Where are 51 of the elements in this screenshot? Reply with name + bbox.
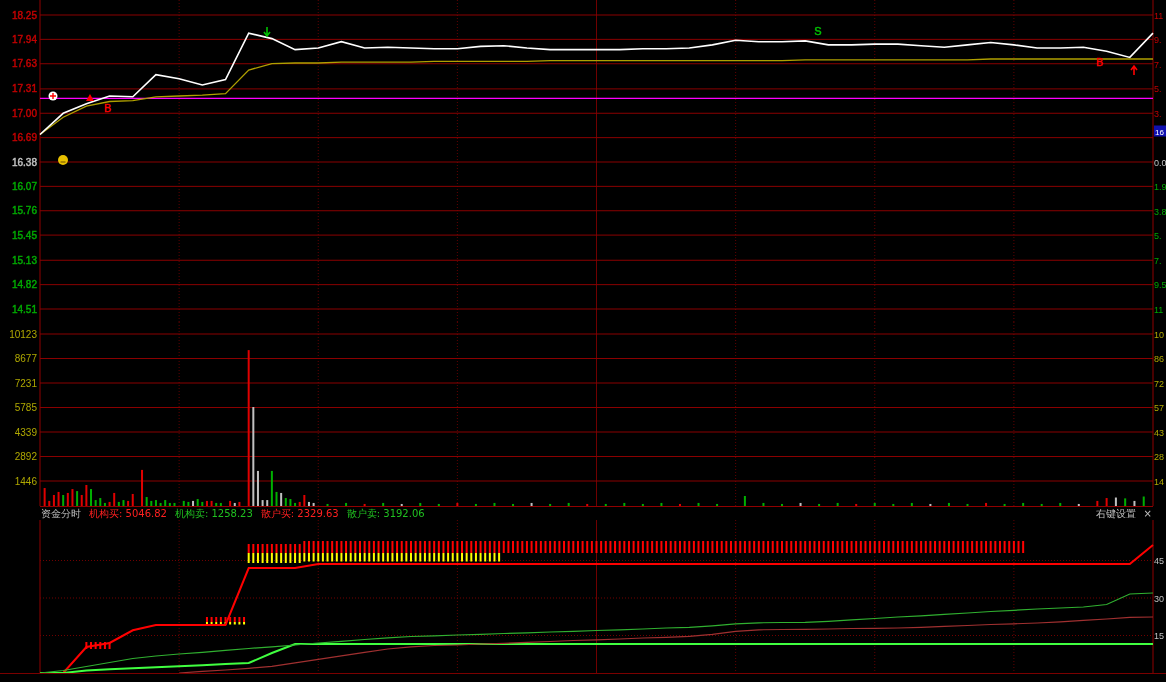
axis-label: 11: [1154, 10, 1164, 21]
axis-label: 5.: [1154, 84, 1162, 94]
axis-label: 9.: [1154, 35, 1162, 45]
axis-label: 7231: [14, 377, 37, 389]
signal-label: S: [814, 25, 822, 37]
axis-label: 5785: [14, 402, 37, 413]
price-flag: 16: [1154, 125, 1166, 137]
axis-label: 7.: [1154, 59, 1162, 70]
axis-label: 72: [1154, 378, 1164, 389]
indicator-readout: 散户卖: 3192.06: [346, 507, 425, 520]
axis-label: 0.0: [1154, 157, 1166, 168]
axis-label: 45: [1154, 556, 1164, 566]
axis-label: 14.51: [11, 303, 37, 315]
axis-label: 17.63: [11, 58, 37, 70]
axis-label: 15.76: [11, 205, 37, 217]
axis-label: 17.31: [11, 83, 37, 95]
axis-label: 16.07: [11, 180, 37, 192]
axis-label: 43: [1154, 427, 1164, 438]
axis-label: 15.45: [11, 229, 37, 241]
indicator-readout: 散户买: 2329.63: [260, 507, 339, 520]
axis-label: 30: [1154, 593, 1164, 604]
axis-label: 14: [1154, 476, 1164, 487]
axis-label: 9.5: [1154, 280, 1166, 290]
axis-label: 10: [1154, 329, 1164, 340]
indicator-title: 资金分时: [41, 507, 81, 520]
axis-label: 3.: [1154, 108, 1162, 119]
signal-label: B: [1096, 56, 1104, 68]
axis-label: 16.69: [11, 132, 37, 144]
axis-label: 15: [1154, 631, 1164, 641]
axis-label: 86: [1154, 354, 1164, 364]
signal-label: B: [104, 102, 112, 114]
axis-label: 4339: [14, 426, 37, 438]
axis-label: 17.00: [11, 107, 37, 119]
axis-label: 3.8: [1154, 206, 1166, 217]
axis-label: 28: [1154, 452, 1164, 462]
axis-label: 8677: [14, 353, 37, 364]
axis-label: 18.25: [11, 9, 37, 21]
axis-label: 5.: [1154, 231, 1162, 241]
axis-label: 15.13: [11, 254, 37, 266]
axis-label: 1.9: [1154, 182, 1166, 192]
indicator-readout: 机构买: 5046.82: [89, 507, 167, 520]
axis-label: 2892: [14, 451, 37, 462]
axis-label: 17.94: [11, 33, 37, 45]
axis-label: 7.: [1154, 255, 1162, 266]
indicator-readout: 机构卖: 1258.23: [174, 507, 253, 520]
axis-label: 10123: [9, 328, 37, 340]
axis-label: 57: [1154, 403, 1164, 413]
axis-label: 14.82: [11, 279, 37, 291]
axis-label: 16.38: [11, 156, 37, 168]
axis-label: 1446: [14, 475, 37, 487]
axis-label: 11: [1154, 304, 1164, 315]
